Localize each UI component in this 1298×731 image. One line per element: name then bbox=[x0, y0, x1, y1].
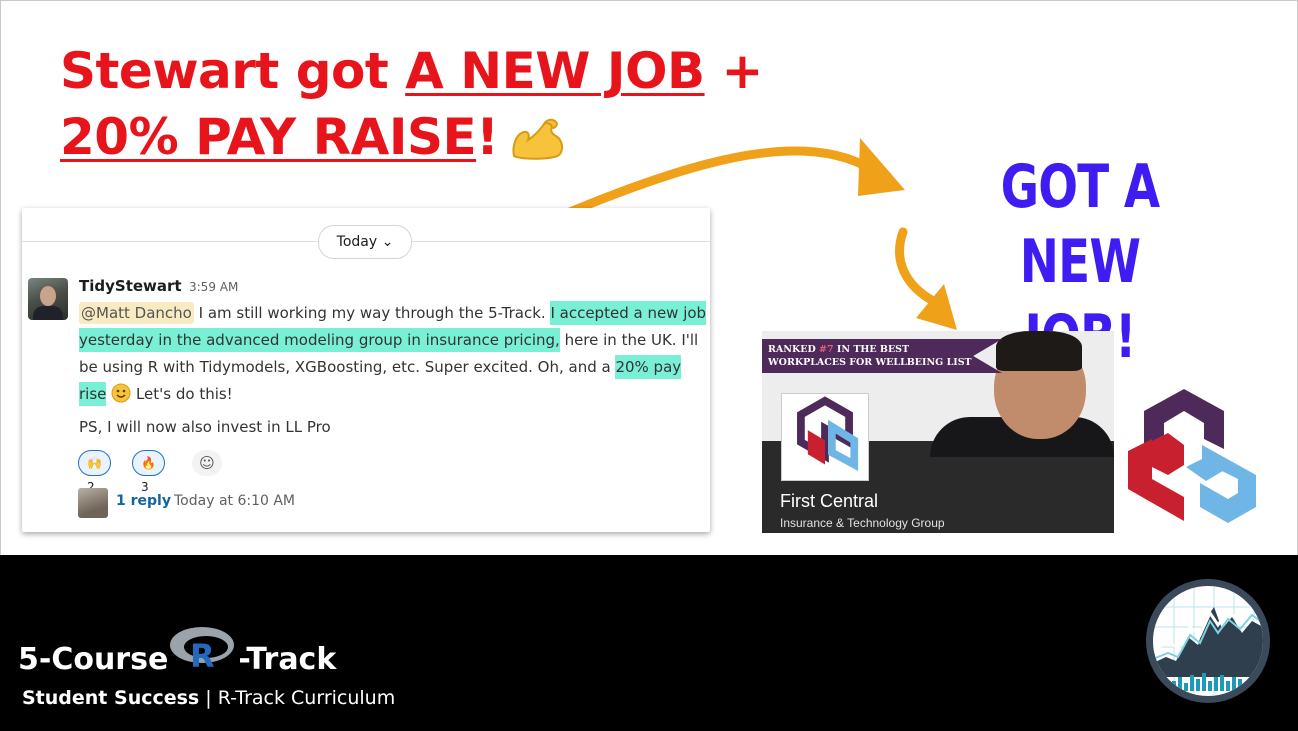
company-logo-icon bbox=[781, 393, 869, 481]
reaction-fire[interactable]: 🔥 3 bbox=[132, 450, 165, 494]
r-track-brand: 5-Course R -Track bbox=[18, 627, 337, 680]
svg-text:R: R bbox=[190, 637, 215, 671]
brand-right: -Track bbox=[238, 642, 337, 677]
curved-arrow-head bbox=[858, 138, 905, 196]
company-name: First Central bbox=[780, 491, 879, 511]
fire-icon: 🔥 bbox=[141, 456, 156, 470]
message-ps: PS, I will now also invest in LL Pro bbox=[79, 418, 331, 436]
thread-reply-link[interactable]: 1 reply bbox=[116, 493, 171, 509]
avatar[interactable] bbox=[28, 278, 68, 320]
r-logo-icon: R bbox=[168, 627, 238, 675]
message-text-3: Let's do this! bbox=[131, 385, 233, 403]
company-subtitle: Insurance & Technology Group bbox=[780, 516, 945, 530]
stock-chart-badge-icon bbox=[1146, 579, 1270, 703]
ranking-ribbon-text: RANKED #7 IN THE BEST WORKPLACES FOR WEL… bbox=[768, 344, 972, 368]
thread-reply-time: Today at 6:10 AM bbox=[174, 493, 296, 509]
slack-message-card: Today ⌄ TidyStewart 3:59 AM @Matt Dancho… bbox=[22, 208, 710, 532]
first-central-logo-icon bbox=[1128, 389, 1256, 523]
message-body: @Matt Dancho I am still working my way t… bbox=[79, 300, 707, 408]
message-timestamp[interactable]: 3:59 AM bbox=[189, 280, 238, 294]
add-reaction-icon[interactable]: ☺ bbox=[192, 450, 222, 476]
username[interactable]: TidyStewart bbox=[79, 277, 182, 295]
smiley-icon bbox=[111, 383, 131, 403]
reaction-count: 3 bbox=[141, 480, 149, 494]
user-mention[interactable]: @Matt Dancho bbox=[79, 302, 194, 324]
tagline-rest: | R-Track Curriculum bbox=[199, 687, 396, 709]
down-arrow-shaft bbox=[895, 227, 940, 307]
footer-bar: 5-Course R -Track Student Success | R-Trac… bbox=[0, 555, 1298, 731]
thread-reply-avatar[interactable] bbox=[78, 488, 108, 518]
message-text-1: I am still working my way through the 5-… bbox=[193, 304, 551, 322]
today-divider-button[interactable]: Today ⌄ bbox=[318, 225, 412, 259]
brand-left: 5-Course bbox=[18, 642, 169, 677]
tagline: Student Success | R-Track Curriculum bbox=[22, 687, 395, 709]
first-central-banner: RANKED #7 IN THE BEST WORKPLACES FOR WEL… bbox=[762, 331, 1114, 533]
reaction-raised-hands[interactable]: 🙌 2 bbox=[78, 450, 111, 494]
tagline-bold: Student Success bbox=[22, 687, 200, 709]
raised-hands-icon: 🙌 bbox=[87, 456, 102, 470]
